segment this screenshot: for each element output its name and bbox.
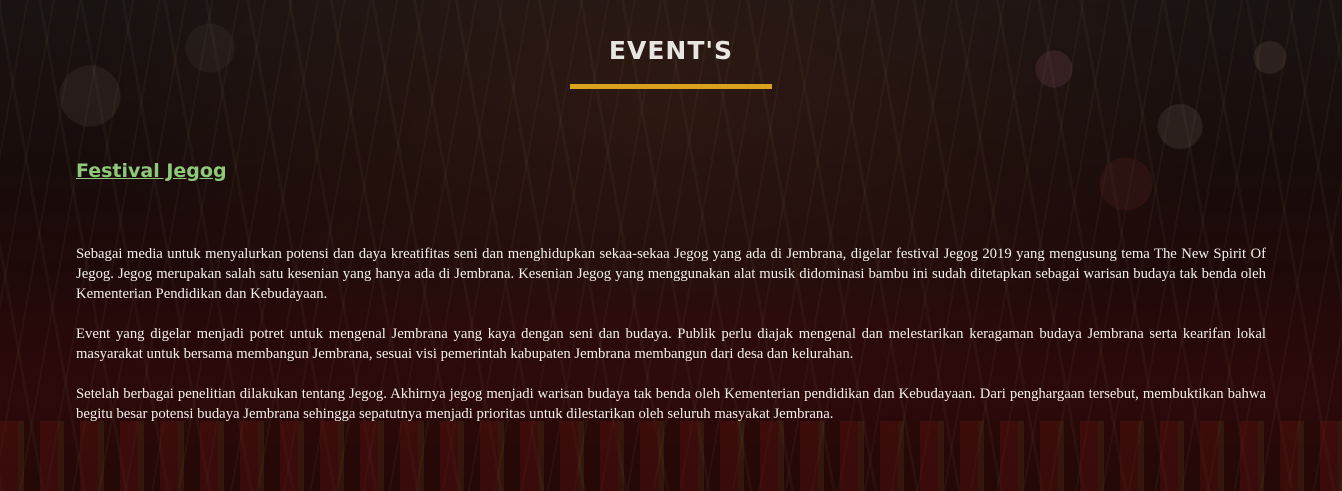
event-title-link[interactable]: Festival Jegog	[76, 160, 227, 182]
title-underline	[570, 84, 772, 89]
events-content: EVENT'S Festival Jegog Sebagai media unt…	[0, 0, 1342, 491]
event-paragraph: Setelah berbagai penelitian dilakukan te…	[76, 386, 1266, 422]
event-paragraph: Sebagai media untuk menyalurkan potensi …	[76, 246, 1266, 302]
event-description: Sebagai media untuk menyalurkan potensi …	[76, 244, 1266, 444]
events-hero-section: EVENT'S Festival Jegog Sebagai media unt…	[0, 0, 1342, 491]
event-paragraph: Event yang digelar menjadi potret untuk …	[76, 326, 1266, 362]
section-title: EVENT'S	[608, 36, 734, 65]
